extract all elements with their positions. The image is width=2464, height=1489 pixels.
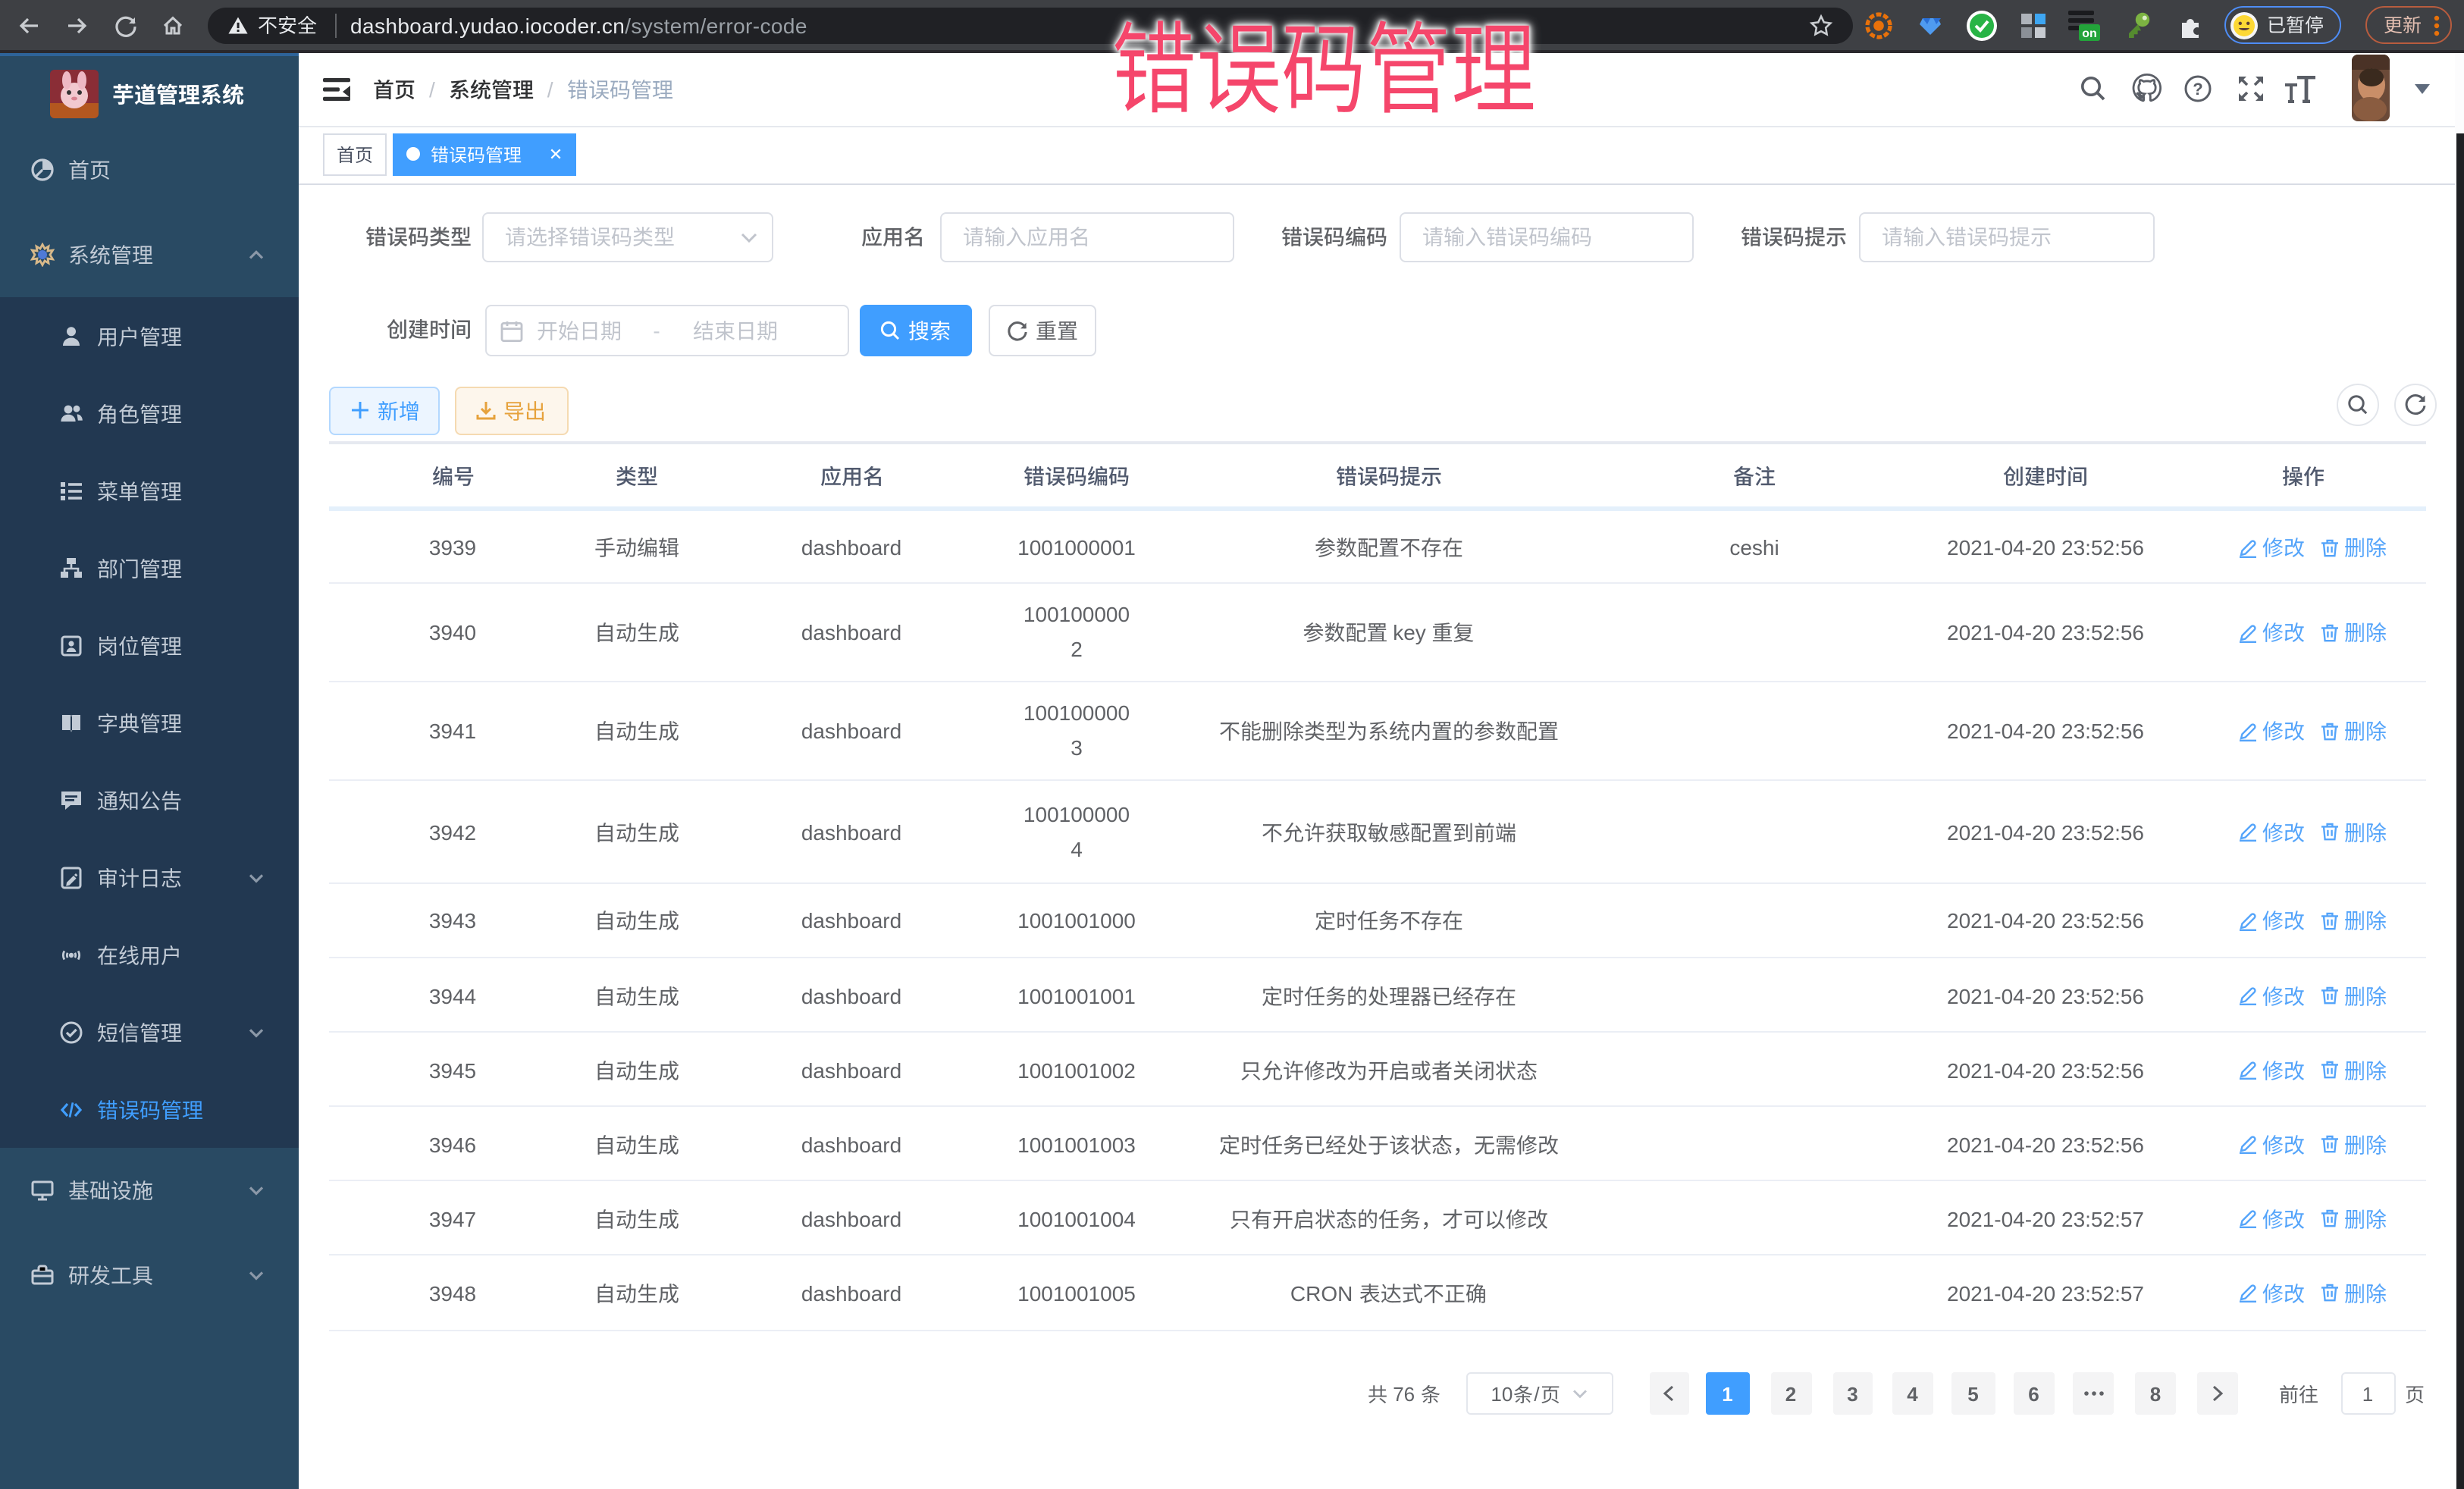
svg-text:?: ? xyxy=(2193,80,2202,99)
svg-text:on: on xyxy=(2082,27,2097,39)
